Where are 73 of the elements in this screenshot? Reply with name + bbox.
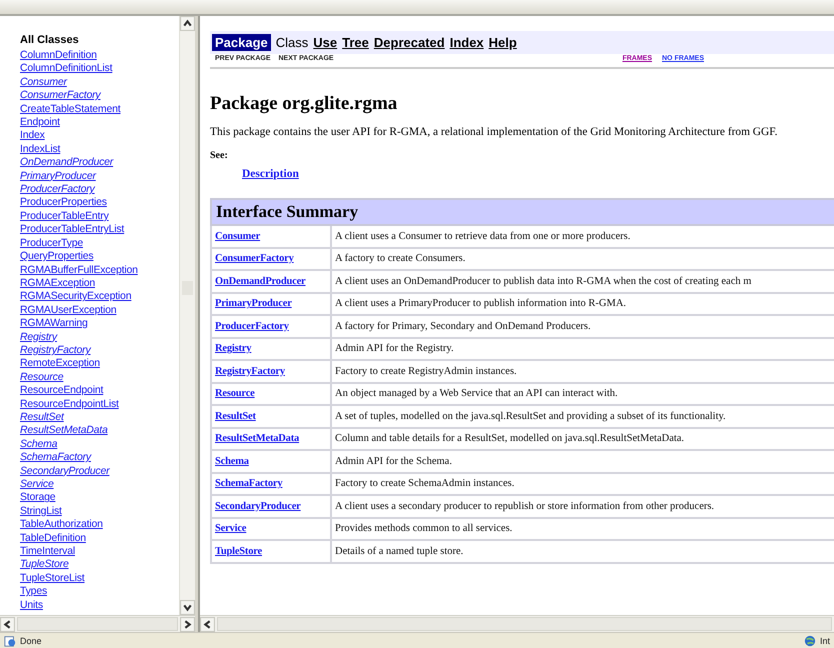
class-link[interactable]: ProducerType bbox=[20, 236, 179, 250]
class-link[interactable]: CreateTableStatement bbox=[20, 102, 179, 116]
class-link[interactable]: QueryProperties bbox=[20, 250, 179, 264]
nav-link[interactable]: Help bbox=[488, 34, 517, 51]
nav-link[interactable]: Tree bbox=[342, 34, 369, 51]
class-link[interactable]: ProducerFactory bbox=[20, 183, 179, 196]
table-header: Interface Summary bbox=[211, 199, 834, 225]
class-link[interactable]: ProducerProperties bbox=[20, 196, 179, 210]
sidebar-title: All Classes bbox=[20, 34, 80, 46]
see-label: See: bbox=[210, 150, 228, 161]
class-link[interactable]: ResultSetMetaData bbox=[20, 424, 179, 438]
scroll-left-icon[interactable] bbox=[0, 616, 15, 632]
zone-text: Int bbox=[820, 636, 830, 646]
status-text: Done bbox=[20, 636, 42, 646]
class-link[interactable]: RGMAException bbox=[20, 276, 179, 290]
class-link[interactable]: TupleStoreList bbox=[20, 572, 179, 586]
class-link[interactable]: OnDemandProducer bbox=[20, 156, 179, 170]
class-link[interactable]: RGMABufferFullException bbox=[20, 264, 179, 277]
interface-link[interactable]: Resource bbox=[215, 388, 255, 400]
class-link[interactable]: TableDefinition bbox=[20, 532, 179, 546]
scroll-down-icon[interactable] bbox=[180, 600, 195, 615]
class-link[interactable]: PrimaryProducer bbox=[20, 170, 179, 184]
class-link[interactable]: IndexList bbox=[20, 142, 179, 156]
class-link[interactable]: Registry bbox=[20, 330, 179, 344]
interface-link[interactable]: Schema bbox=[215, 456, 249, 467]
page-icon bbox=[4, 634, 16, 646]
horizontal-scrollbar[interactable] bbox=[200, 615, 834, 632]
class-link[interactable]: ColumnDefinitionList bbox=[20, 62, 179, 76]
package-heading: Package org.glite.rgma bbox=[210, 93, 398, 115]
class-link[interactable]: Schema bbox=[20, 438, 179, 452]
interface-link[interactable]: Registry bbox=[215, 343, 252, 354]
nav-label: Class bbox=[276, 34, 308, 51]
class-link[interactable]: RGMAUserException bbox=[20, 304, 179, 318]
class-link[interactable]: ResourceEndpointList bbox=[20, 398, 179, 411]
interface-link[interactable]: Consumer bbox=[215, 230, 260, 242]
class-link[interactable]: Endpoint bbox=[20, 116, 179, 130]
class-link[interactable]: ProducerTableEntryList bbox=[20, 223, 179, 237]
class-link[interactable]: TupleStore bbox=[20, 558, 179, 572]
class-link[interactable]: Units bbox=[20, 598, 179, 612]
class-link[interactable]: Storage bbox=[20, 491, 179, 505]
nav-link[interactable]: Use bbox=[313, 34, 338, 51]
class-link[interactable]: SecondaryProducer bbox=[20, 464, 179, 478]
class-link[interactable]: TableAuthorization bbox=[20, 518, 179, 532]
class-link[interactable]: StringList bbox=[20, 504, 179, 518]
class-link[interactable]: ColumnDefinition bbox=[20, 49, 179, 62]
horizontal-scrollbar[interactable] bbox=[0, 615, 195, 632]
class-link[interactable]: RemoteException bbox=[20, 357, 179, 371]
class-link[interactable]: RGMASecurityException bbox=[20, 290, 179, 304]
class-link[interactable]: Types bbox=[20, 585, 179, 599]
scroll-up-icon[interactable] bbox=[180, 16, 195, 31]
class-link[interactable]: Consumer bbox=[20, 76, 179, 90]
description-link[interactable]: Description bbox=[242, 168, 299, 180]
class-link[interactable]: Resource bbox=[20, 370, 179, 384]
globe-icon bbox=[804, 634, 816, 646]
scroll-right-icon[interactable] bbox=[180, 616, 195, 632]
interface-link[interactable]: ResultSet bbox=[215, 410, 256, 422]
package-description: This package contains the user API for R-GMA, a relational implementation of the Grid Monitoring Architecture from GGF. bbox=[210, 126, 779, 138]
class-link[interactable]: Service bbox=[20, 478, 179, 492]
class-link[interactable]: SchemaFactory bbox=[20, 451, 179, 465]
class-link[interactable]: TimeInterval bbox=[20, 545, 179, 558]
interface-link[interactable]: Service bbox=[215, 523, 246, 534]
class-link[interactable]: ProducerTableEntry bbox=[20, 210, 179, 224]
class-link[interactable]: Index bbox=[20, 129, 179, 143]
nav-link[interactable]: Index bbox=[450, 34, 484, 51]
nav-link[interactable]: Deprecated bbox=[374, 34, 445, 51]
vertical-scrollbar[interactable] bbox=[179, 16, 195, 615]
scroll-left-icon[interactable] bbox=[200, 616, 215, 632]
class-link[interactable]: RGMAWarning bbox=[20, 317, 179, 331]
class-link[interactable]: ConsumerFactory bbox=[20, 89, 179, 103]
class-link[interactable]: RegistryFactory bbox=[20, 344, 179, 358]
class-link[interactable]: ResultSet bbox=[20, 410, 179, 424]
class-link[interactable]: ResourceEndpoint bbox=[20, 384, 179, 398]
nav-tab[interactable]: Package bbox=[212, 34, 271, 51]
